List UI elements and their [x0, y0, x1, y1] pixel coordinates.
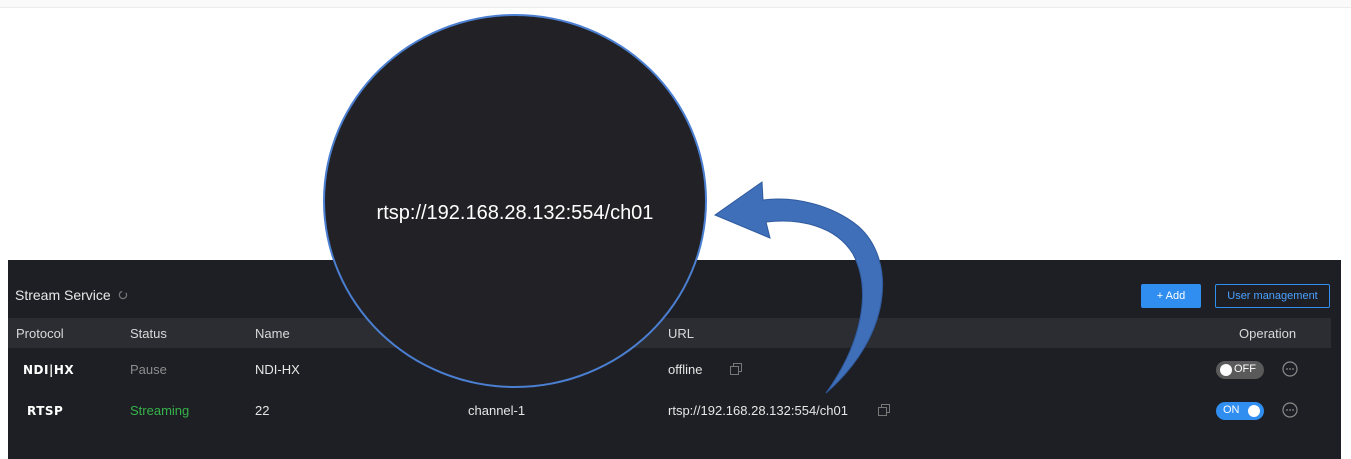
arrow-shape: [713, 181, 884, 394]
arrow-icon: [713, 181, 884, 394]
